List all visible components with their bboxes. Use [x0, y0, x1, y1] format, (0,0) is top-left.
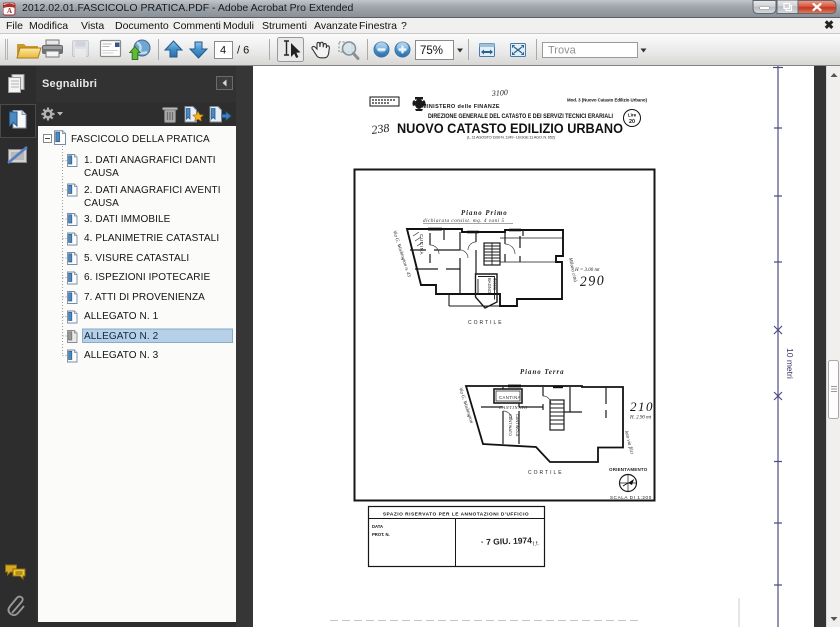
svg-text:/ 6: / 6	[237, 45, 249, 57]
svg-text:75%: 75%	[420, 45, 443, 57]
svg-text:Lire: Lire	[628, 113, 637, 118]
svg-text:Piano Terra: Piano Terra	[520, 369, 565, 376]
svg-text:CANTINA: CANTINA	[499, 395, 521, 400]
svg-text:f.f.: f.f.	[532, 541, 540, 548]
svg-text:4: 4	[220, 45, 226, 57]
svg-text:BAGNO: BAGNO	[487, 278, 492, 294]
svg-text:H. 2.90 mt: H. 2.90 mt	[629, 416, 652, 421]
svg-text:SPAZIO RISERVATO PER LE ANNOTA: SPAZIO RISERVATO PER LE ANNOTAZIONI D'UF…	[383, 512, 529, 518]
svg-text:CANTINOLA: CANTINOLA	[515, 414, 520, 437]
svg-text:· 7 GIU. 1974: · 7 GIU. 1974	[481, 535, 533, 547]
svg-text:290: 290	[579, 274, 605, 290]
svg-text:DATA: DATA	[372, 524, 383, 529]
svg-text:dichiarata consist. mq. 4 vani: dichiarata consist. mq. 4 vani 5	[423, 217, 505, 224]
svg-text:doccia: doccia	[493, 278, 498, 291]
svg-text:CUCINA: CUCINA	[419, 234, 424, 256]
svg-text:CORTILE: CORTILE	[468, 320, 504, 326]
svg-text:A: A	[7, 7, 12, 15]
svg-text:Via G. Washington n. 43: Via G. Washington n. 43	[391, 230, 411, 278]
svg-text:CANTINATO: CANTINATO	[508, 414, 513, 436]
svg-text:SCALA DI 1:200: SCALA DI 1:200	[610, 495, 652, 500]
svg-text:Trova: Trova	[548, 45, 577, 57]
svg-text:lato via filzi: lato via filzi	[623, 430, 634, 455]
svg-text:ORIENTAMENTO: ORIENTAMENTO	[609, 467, 648, 472]
svg-text:DIREZIONE GENERALE DEL CATASTO: DIREZIONE GENERALE DEL CATASTO E DEI SER…	[428, 113, 613, 120]
svg-text:20: 20	[629, 119, 635, 125]
svg-text:Piano Primo: Piano Primo	[461, 210, 508, 217]
svg-text:PROT. N.: PROT. N.	[372, 532, 390, 537]
svg-text:MINISTERO delle FINANZE: MINISTERO delle FINANZE	[422, 104, 500, 110]
svg-text:210: 210	[630, 399, 654, 414]
svg-text:Mod. 3 (Nuovo Catasto Edilizio: Mod. 3 (Nuovo Catasto Edilizio Urbano)	[567, 98, 648, 103]
svg-text:CORTILE: CORTILE	[528, 470, 564, 476]
svg-text:(L. 11 AGOSTO 1939 N. 1249 - L: (L. 11 AGOSTO 1939 N. 1249 - LEGGE 11 AG…	[467, 135, 556, 140]
svg-text:3100: 3100	[491, 88, 509, 98]
svg-text:238: 238	[370, 121, 390, 137]
svg-text:CANTINATO: CANTINATO	[499, 405, 528, 410]
svg-text:10 metri: 10 metri	[785, 348, 795, 379]
svg-text:H = 3.00 mt: H = 3.00 mt	[574, 268, 600, 273]
